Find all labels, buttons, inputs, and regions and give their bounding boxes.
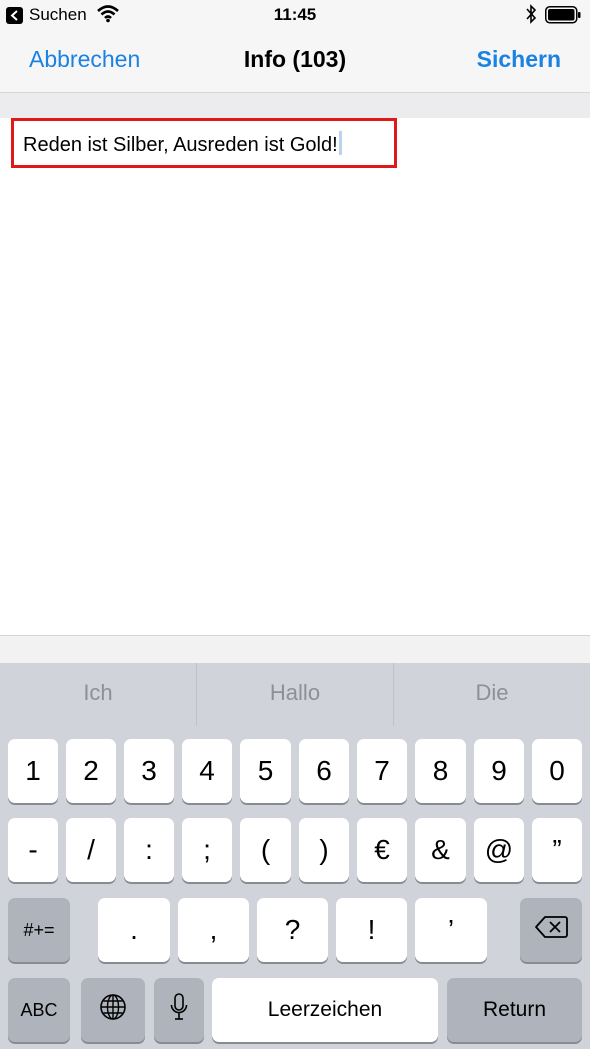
note-text: Reden ist Silber, Ausreden ist Gold! [23, 134, 338, 156]
editor-footer [0, 636, 590, 663]
key-6[interactable]: 6 [299, 739, 349, 803]
abc-key[interactable]: ABC [8, 978, 70, 1042]
header-divider [0, 92, 590, 118]
globe-icon [99, 993, 127, 1028]
note-editor[interactable]: Reden ist Silber, Ausreden ist Gold! [0, 118, 590, 636]
key-euro[interactable]: € [357, 818, 407, 882]
key-8[interactable]: 8 [415, 739, 466, 803]
key-exclamation[interactable]: ! [336, 898, 407, 962]
suggestion-item[interactable]: Hallo [197, 663, 394, 726]
key-paren-close[interactable]: ) [299, 818, 349, 882]
globe-key[interactable] [81, 978, 145, 1042]
key-3[interactable]: 3 [124, 739, 174, 803]
key-period[interactable]: . [98, 898, 170, 962]
suggestion-bar: Ich Hallo Die [0, 663, 590, 726]
nav-bar: Abbrechen Info (103) Sichern [0, 30, 590, 92]
clock: 11:45 [273, 5, 317, 24]
key-colon[interactable]: : [124, 818, 174, 882]
key-comma[interactable]: , [178, 898, 249, 962]
key-slash[interactable]: / [66, 818, 116, 882]
key-paren-open[interactable]: ( [240, 818, 291, 882]
key-7[interactable]: 7 [357, 739, 407, 803]
status-bar: Suchen 11:45 [0, 0, 590, 30]
key-1[interactable]: 1 [8, 739, 58, 803]
suggestion-item[interactable]: Die [394, 663, 590, 726]
key-at[interactable]: @ [474, 818, 524, 882]
delete-key[interactable] [520, 898, 582, 962]
key-9[interactable]: 9 [474, 739, 524, 803]
space-key[interactable]: Leerzeichen [212, 978, 438, 1042]
battery-icon [545, 6, 581, 24]
key-question[interactable]: ? [257, 898, 328, 962]
key-5[interactable]: 5 [240, 739, 291, 803]
cancel-button[interactable]: Abbrechen [29, 46, 140, 73]
save-button[interactable]: Sichern [477, 46, 561, 73]
key-0[interactable]: 0 [532, 739, 582, 803]
key-apostrophe[interactable]: ’ [415, 898, 487, 962]
keyboard: Ich Hallo Die 1 2 3 4 5 6 7 8 9 0 - / : … [0, 663, 590, 1049]
note-text-highlight[interactable]: Reden ist Silber, Ausreden ist Gold! [11, 118, 397, 168]
backspace-icon [534, 914, 568, 946]
key-ampersand[interactable]: & [415, 818, 466, 882]
key-2[interactable]: 2 [66, 739, 116, 803]
dictation-key[interactable] [154, 978, 204, 1042]
microphone-icon [169, 992, 189, 1029]
return-key[interactable]: Return [447, 978, 582, 1042]
bluetooth-icon [525, 4, 537, 29]
more-symbols-key[interactable]: #+= [8, 898, 70, 962]
text-caret [338, 131, 342, 155]
key-hyphen[interactable]: - [8, 818, 58, 882]
key-semicolon[interactable]: ; [182, 818, 232, 882]
key-quote[interactable]: ” [532, 818, 582, 882]
key-4[interactable]: 4 [182, 739, 232, 803]
suggestion-item[interactable]: Ich [0, 663, 197, 726]
